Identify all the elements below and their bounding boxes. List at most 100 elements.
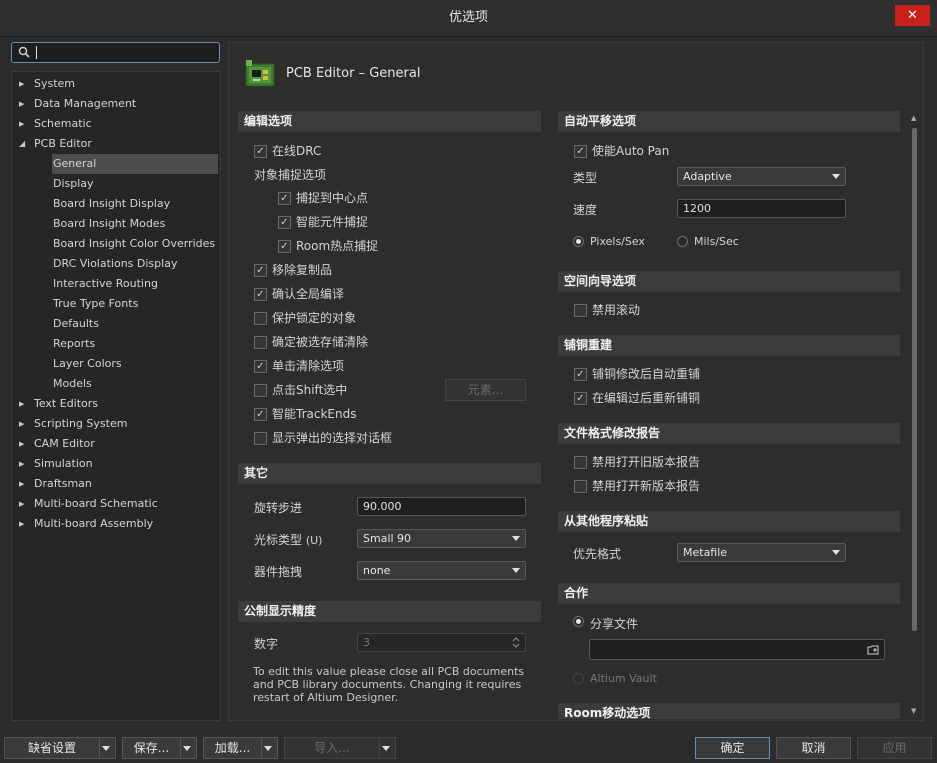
scroll-thumb[interactable] [912,128,917,631]
checkbox[interactable]: ✓ [254,408,267,421]
preferred-format-select[interactable]: Metafile [677,543,846,562]
chevron-right-icon[interactable]: ▶ [19,114,29,134]
ok-button[interactable]: 确定 [695,737,770,759]
chevron-down-icon[interactable]: ◢ [19,134,29,154]
import-dropdown[interactable] [378,738,395,758]
load-button[interactable]: 加载... [204,738,262,758]
checkbox[interactable] [254,432,267,445]
checkbox[interactable]: ✓ [254,360,267,373]
chevron-right-icon[interactable]: ▶ [19,394,29,414]
save-button[interactable]: 保存... [123,738,181,758]
checkbox[interactable]: ✓ [574,145,587,158]
cancel-button[interactable]: 取消 [776,737,851,759]
checkbox[interactable] [254,312,267,325]
chevron-right-icon[interactable]: ▶ [19,434,29,454]
tree-item[interactable]: Defaults [12,314,218,334]
chevron-right-icon[interactable]: ▶ [19,414,29,434]
checkbox[interactable] [254,336,267,349]
checkbox[interactable] [574,456,587,469]
tree-item[interactable]: ▶ Simulation [12,454,218,474]
tree-item[interactable]: Display [12,174,218,194]
checkbox[interactable]: ✓ [254,288,267,301]
chevron-right-icon[interactable]: ▶ [19,514,29,534]
cursor-type-text: 光标类型 [254,533,303,547]
save-dropdown[interactable] [179,738,196,758]
checkbox[interactable]: ✓ [254,145,267,158]
checkbox[interactable] [574,480,587,493]
tree-item[interactable]: Board Insight Color Overrides [12,234,218,254]
load-split-button[interactable]: 加载... [203,737,278,759]
tree-item[interactable]: ▶ Schematic [12,114,218,134]
checkbox[interactable]: ✓ [278,216,291,229]
scroll-down-icon[interactable]: ▼ [911,707,916,715]
defaults-dropdown[interactable] [98,738,115,758]
component-drag-select[interactable]: none [357,561,526,580]
scroll-up-icon[interactable]: ▲ [911,114,916,122]
chevron-right-icon[interactable]: ▶ [19,454,29,474]
tree-item[interactable]: Interactive Routing [12,274,218,294]
tree-item[interactable]: ▶ CAM Editor [12,434,218,454]
radio[interactable] [677,236,688,247]
checkbox[interactable]: ✓ [278,192,291,205]
chevron-right-icon[interactable]: ▶ [19,94,29,114]
folder-browse-icon[interactable] [867,644,879,655]
tree-item[interactable]: ▶ Draftsman [12,474,218,494]
save-split-button[interactable]: 保存... [122,737,197,759]
tree-item[interactable]: Layer Colors [12,354,218,374]
search-input[interactable] [11,42,220,63]
apply-button[interactable]: 应用 [857,737,932,759]
tree-item[interactable]: Models [12,374,218,394]
tree-item-label: Schematic [34,117,92,130]
autopan-speed-input[interactable]: 1200 [677,199,846,218]
elements-button[interactable]: 元素... [445,379,526,401]
options-tree[interactable]: ▶ System ▶ Data Management ▶ Schematic ◢ PCB Ed… [11,71,221,721]
tree-item[interactable]: ▶ Data Management [12,94,218,114]
checkbox[interactable]: ✓ [574,368,587,381]
digits-spinbox[interactable]: 3 [357,633,526,652]
checkbox[interactable] [574,304,587,317]
autopan-type-select[interactable]: Adaptive [677,167,846,186]
checkbox[interactable] [254,384,267,397]
tree-item[interactable]: Board Insight Modes [12,214,218,234]
altium-vault-radio[interactable]: Altium Vault [573,672,693,686]
checkbox[interactable]: ✓ [254,264,267,277]
tree-item[interactable]: Reports [12,334,218,354]
mils-per-sec-radio[interactable]: Mils/Sec [677,235,777,250]
defaults-split-button[interactable]: 缺省设置 [4,737,116,759]
chevron-right-icon[interactable]: ▶ [19,474,29,494]
tree-item[interactable]: DRC Violations Display [12,254,218,274]
tree-item[interactable]: ◢ PCB Editor [12,134,218,154]
defaults-button[interactable]: 缺省设置 [5,738,100,758]
checkbox[interactable]: ✓ [574,392,587,405]
pixels-per-sec-radio[interactable]: Pixels/Sex [573,235,673,250]
close-icon: ✕ [907,8,918,23]
import-split-button[interactable]: 导入... [284,737,396,759]
chevron-right-icon[interactable]: ▶ [19,494,29,514]
radio[interactable] [573,616,584,627]
checkbox[interactable]: ✓ [278,240,291,253]
tree-item[interactable]: ▶ System [12,74,218,94]
section-other: 其它 [238,463,541,484]
tree-item[interactable]: ▶ Multi-board Assembly [12,514,218,534]
tree-item[interactable]: Board Insight Display [12,194,218,214]
share-path-input[interactable] [589,639,885,660]
tree-item[interactable]: General [52,154,218,174]
tree-item[interactable]: ▶ Text Editors [12,394,218,414]
radio[interactable] [573,673,584,684]
pcb-board-icon [245,60,275,87]
tree-item-label: System [34,77,76,90]
import-button[interactable]: 导入... [285,738,380,758]
radio[interactable] [573,236,584,247]
tree-item-label: General [53,157,97,170]
share-file-radio[interactable]: 分享文件 [573,615,693,631]
close-button[interactable]: ✕ [895,5,930,26]
rotation-step-input[interactable]: 90.000 [357,497,526,516]
tree-item[interactable]: True Type Fonts [12,294,218,314]
tree-item[interactable]: ▶ Scripting System [12,414,218,434]
section-space-navigator: 空间向导选项 [558,271,900,292]
chevron-right-icon[interactable]: ▶ [19,74,29,94]
load-dropdown[interactable] [260,738,277,758]
tree-item[interactable]: ▶ Multi-board Schematic [12,494,218,514]
cursor-type-select[interactable]: Small 90 [357,529,526,548]
share-file-label: 分享文件 [590,617,639,631]
